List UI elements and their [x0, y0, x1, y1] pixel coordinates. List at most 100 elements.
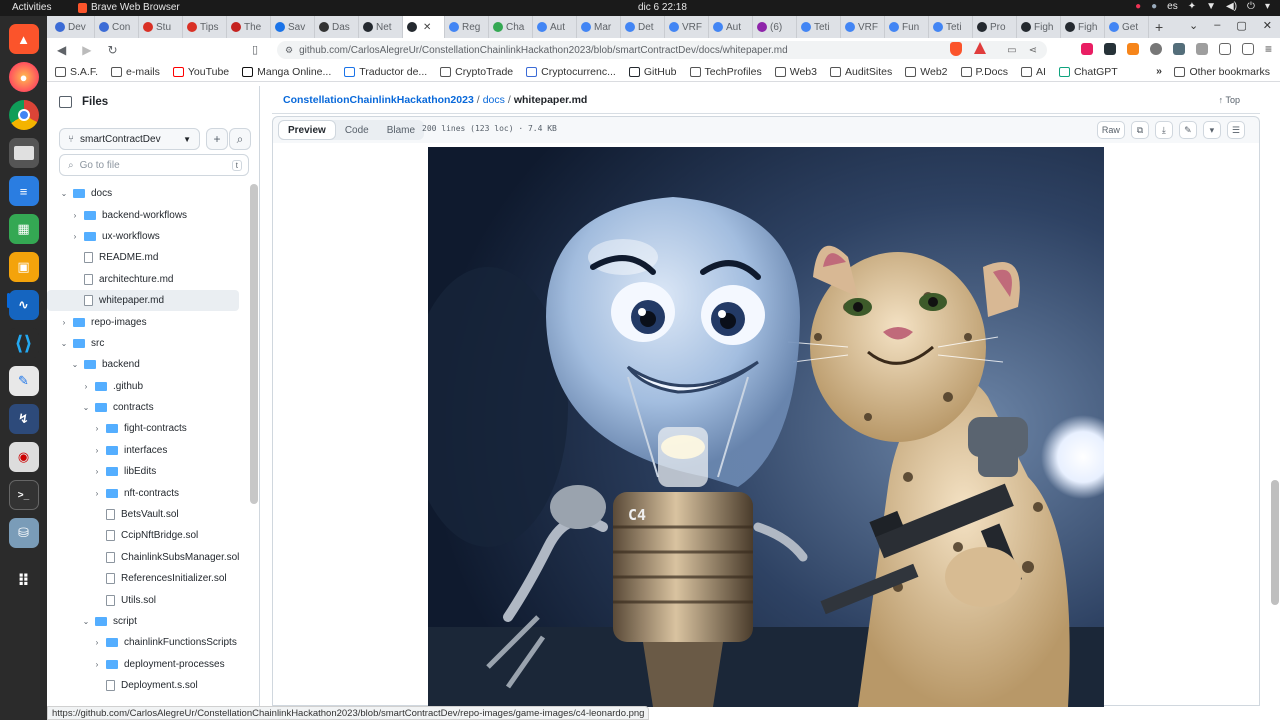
chevron-down-icon[interactable]: ⌄ [81, 403, 91, 412]
browser-tab[interactable]: The [227, 16, 271, 38]
browser-tab[interactable]: Aut [709, 16, 753, 38]
tree-folder[interactable]: › interfaces [47, 440, 260, 461]
browser-tab[interactable]: Tips [183, 16, 227, 38]
browser-tab[interactable]: Sav [271, 16, 315, 38]
extension-1-icon[interactable] [1080, 43, 1093, 55]
vscode-icon[interactable]: ⟨⟩ [8, 328, 39, 358]
tab-search-icon[interactable]: ⌄ [1189, 19, 1198, 32]
add-file-button[interactable]: + [206, 128, 228, 150]
chevron-right-icon[interactable]: › [92, 638, 102, 647]
chevron-right-icon[interactable]: › [59, 318, 69, 327]
reload-icon[interactable]: ↻ [107, 43, 117, 57]
tab-preview[interactable]: Preview [278, 120, 336, 140]
browser-tab[interactable]: Aut [533, 16, 577, 38]
tree-file[interactable]: ReferencesInitializer.sol [47, 568, 260, 589]
close-tab-icon[interactable]: ✕ [423, 22, 431, 33]
bookmark-item[interactable]: Web3 [774, 66, 817, 78]
sidebar-scrollbar[interactable] [250, 184, 258, 504]
tab-code[interactable]: Code [336, 120, 378, 140]
tree-folder[interactable]: › repo-images [47, 311, 260, 332]
writer-icon[interactable]: ≡ [8, 176, 39, 206]
browser-tab[interactable]: Figh [1061, 16, 1105, 38]
files-icon[interactable] [8, 138, 39, 168]
download-icon[interactable]: ⤓ [1154, 121, 1173, 139]
bookmark-item[interactable]: AI [1021, 66, 1046, 78]
bookmark-item[interactable]: TechProfiles [689, 66, 762, 78]
disks-icon[interactable]: ⛁ [8, 518, 39, 548]
bookmark-item[interactable]: Manga Online... [242, 66, 331, 78]
activities-button[interactable]: Activities [12, 2, 51, 13]
chevron-right-icon[interactable]: › [81, 382, 91, 391]
brave-shields-icon[interactable] [950, 42, 962, 56]
chevron-right-icon[interactable]: › [92, 467, 102, 476]
chevron-down-icon[interactable]: ⌄ [59, 339, 69, 348]
bookmark-item[interactable]: Web2 [905, 66, 948, 78]
system-monitor-icon[interactable]: ∿ [8, 290, 39, 320]
browser-tab[interactable]: Reg [445, 16, 489, 38]
edit-icon[interactable]: ✎ [1178, 121, 1197, 139]
address-bar[interactable]: ⚙ github.com/CarlosAlegreUr/Constellatio… [277, 41, 1047, 59]
tab-active[interactable]: ✕ [403, 16, 445, 38]
go-to-file-input[interactable]: ⌕ Go to file t [59, 154, 249, 176]
browser-tab[interactable]: Mar [577, 16, 621, 38]
chevron-down-icon[interactable]: ⌄ [59, 189, 69, 198]
other-bookmarks[interactable]: Other bookmarks [1174, 66, 1270, 78]
tree-folder[interactable]: › fight-contracts [47, 418, 260, 439]
bookmark-item[interactable]: e-mails [111, 66, 160, 78]
browser-tab[interactable]: (6) [753, 16, 797, 38]
bookmark-item[interactable]: Traductor de... [344, 66, 427, 78]
menu-icon[interactable]: ≡ [1265, 43, 1272, 55]
browser-tab[interactable]: Dev [51, 16, 95, 38]
forward-icon[interactable]: ▶ [82, 43, 91, 57]
browser-tab[interactable]: Teti [797, 16, 841, 38]
tree-file[interactable]: architechture.md [47, 269, 260, 290]
tree-folder[interactable]: ⌄ script [47, 611, 260, 632]
screenshot-viewer-icon[interactable]: ◉ [8, 442, 39, 472]
tree-file[interactable]: Utils.sol [47, 589, 260, 610]
tab-blame[interactable]: Blame [378, 120, 424, 140]
browser-tab[interactable]: Das [315, 16, 359, 38]
c4-leonardo-image[interactable]: C4 [428, 147, 1104, 707]
terminal-icon[interactable]: >_ [8, 480, 39, 510]
tree-folder[interactable]: ⌄ backend [47, 354, 260, 375]
copy-icon[interactable]: ⧉ [1130, 121, 1149, 139]
browser-tab[interactable]: Cha [489, 16, 533, 38]
system-tray[interactable]: ● ● es ✦ ▼ ◀) ⏻ ▾ [1135, 1, 1270, 12]
extension-4-icon[interactable] [1149, 43, 1162, 55]
chevron-down-icon[interactable]: ⌄ [70, 360, 80, 369]
browser-tab[interactable]: Fun [885, 16, 929, 38]
tree-file[interactable]: BetsVault.sol [47, 504, 260, 525]
bookmarks-overflow-button[interactable]: » [1156, 65, 1162, 77]
site-info-icon[interactable]: ⚙ [285, 45, 293, 56]
extensions-puzzle-icon[interactable] [1195, 43, 1208, 55]
chrome-icon[interactable] [8, 100, 39, 130]
branch-selector[interactable]: ⑂ smartContractDev ▼ [59, 128, 200, 150]
browser-tab[interactable]: Det [621, 16, 665, 38]
breadcrumb-folder-link[interactable]: docs [483, 94, 505, 106]
bookmark-item[interactable]: CryptoTrade [440, 66, 513, 78]
show-apps-icon[interactable]: ⠿ [9, 566, 39, 596]
tree-file[interactable]: Deployment.s.sol [47, 675, 260, 696]
browser-tab[interactable]: Stu [139, 16, 183, 38]
browser-tab[interactable]: Net [359, 16, 403, 38]
extension-2-icon[interactable] [1103, 43, 1116, 55]
sidebar-icon[interactable] [1218, 43, 1231, 55]
tree-folder[interactable]: › libEdits [47, 461, 260, 482]
tree-folder[interactable]: › ux-workflows [47, 226, 260, 247]
gnome-builder-icon[interactable]: ↯ [8, 404, 39, 434]
breadcrumb-repo-link[interactable]: ConstellationChainlinkHackathon2023 [283, 94, 474, 106]
tree-file[interactable]: whitepaper.md [7, 289, 239, 312]
system-clock[interactable]: dic 6 22:18 [638, 2, 687, 13]
active-app-indicator[interactable]: Brave Web Browser [78, 2, 180, 13]
chevron-right-icon[interactable]: › [92, 424, 102, 433]
tree-folder[interactable]: ⌄ contracts [47, 397, 260, 418]
browser-tab[interactable]: VRF [665, 16, 709, 38]
text-editor-icon[interactable]: ✎ [8, 366, 39, 396]
bookmark-item[interactable]: AuditSites [829, 66, 892, 78]
wallet-icon[interactable] [1241, 43, 1254, 55]
close-window-icon[interactable]: ✕ [1263, 19, 1272, 32]
install-app-icon[interactable]: ▭ [1007, 45, 1016, 56]
raw-button[interactable]: Raw [1096, 121, 1125, 139]
browser-tab[interactable]: Get [1105, 16, 1149, 38]
bookmark-page-icon[interactable]: ▯ [252, 43, 258, 56]
